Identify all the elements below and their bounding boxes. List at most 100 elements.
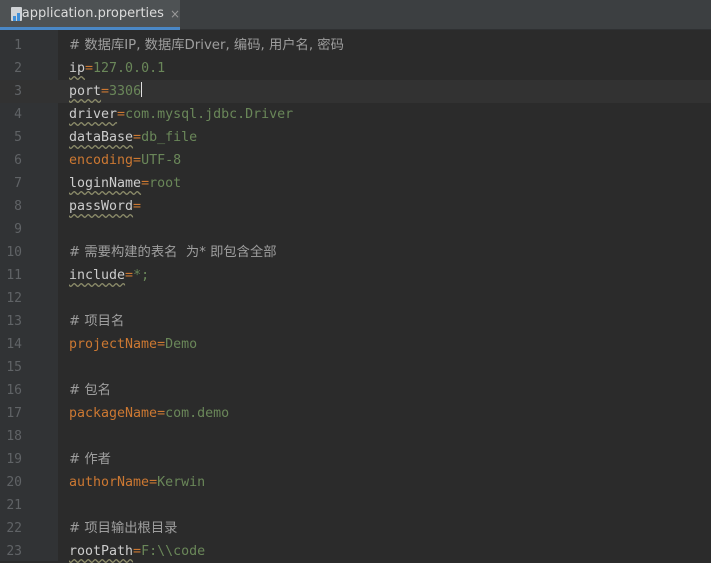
property-key: authorName <box>69 475 150 490</box>
code-line[interactable]: 17 packageName=com.demo <box>0 402 711 425</box>
line-number: 17 <box>6 406 22 421</box>
code-line[interactable]: 3 port=3306 <box>0 80 711 103</box>
tab-application-properties[interactable]: application.properties × <box>0 0 180 30</box>
code-line[interactable]: 13 # 项目名 <box>0 310 711 333</box>
property-key: rootPath <box>69 544 134 559</box>
code-line[interactable]: 20 authorName=Kerwin <box>0 471 711 494</box>
property-key: dataBase <box>69 130 134 145</box>
code-line[interactable]: 7 loginName=root <box>0 172 711 195</box>
line-number: 15 <box>6 360 22 375</box>
code-line[interactable]: 15 <box>0 356 711 379</box>
equals-sign: = <box>133 153 142 168</box>
property-value: com.demo <box>165 406 230 421</box>
comment-text: # 需要构建的表名 为* 即包含全部 <box>69 245 277 260</box>
code-line[interactable]: 10 # 需要构建的表名 为* 即包含全部 <box>0 241 711 264</box>
equals-sign: = <box>157 406 166 421</box>
code-line[interactable]: 19 # 作者 <box>0 448 711 471</box>
property-value: 3306 <box>109 84 142 99</box>
line-number: 10 <box>6 245 22 260</box>
close-tab-icon[interactable]: × <box>170 7 180 21</box>
property-key: port <box>69 84 102 99</box>
line-code: packageName=com.demo <box>69 402 229 425</box>
line-number: 16 <box>6 383 22 398</box>
equals-sign: = <box>133 199 142 214</box>
line-code: # 项目输出根目录 <box>69 517 177 540</box>
line-number: 2 <box>14 61 22 76</box>
line-number: 20 <box>6 475 22 490</box>
code-line[interactable]: 22 # 项目输出根目录 <box>0 517 711 540</box>
property-value: 127.0.0.1 <box>93 61 166 76</box>
line-code: passWord= <box>69 195 141 218</box>
line-number: 11 <box>6 268 22 283</box>
property-value: Kerwin <box>157 475 206 490</box>
line-code: ip=127.0.0.1 <box>69 57 165 80</box>
line-number: 23 <box>6 544 22 559</box>
property-key: passWord <box>69 199 134 214</box>
code-line[interactable]: 21 <box>0 494 711 517</box>
text-caret <box>141 82 143 97</box>
code-line[interactable]: 23 rootPath=F:\\code <box>0 540 711 563</box>
property-key: projectName <box>69 337 158 352</box>
comment-text: # 作者 <box>69 452 111 467</box>
code-line[interactable]: 6 encoding=UTF-8 <box>0 149 711 172</box>
line-code: port=3306 <box>69 80 143 103</box>
line-code: projectName=Demo <box>69 333 197 356</box>
property-value: Demo <box>165 337 198 352</box>
line-code: # 项目名 <box>69 310 124 333</box>
line-number: 13 <box>6 314 22 329</box>
line-number: 9 <box>14 222 22 237</box>
line-code: # 需要构建的表名 为* 即包含全部 <box>69 241 277 264</box>
line-number: 8 <box>14 199 22 214</box>
tab-label: application.properties <box>21 6 164 21</box>
line-number: 5 <box>14 130 22 145</box>
properties-file-icon <box>9 6 22 22</box>
line-number: 12 <box>6 291 22 306</box>
equals-sign: = <box>117 107 126 122</box>
line-code: # 包名 <box>69 379 111 402</box>
property-key: loginName <box>69 176 142 191</box>
comment-text: # 数据库IP, 数据库Driver, 编码, 用户名, 密码 <box>69 38 344 53</box>
property-value: root <box>149 176 182 191</box>
line-number: 18 <box>6 429 22 444</box>
code-line[interactable]: 9 <box>0 218 711 241</box>
equals-sign: = <box>133 544 142 559</box>
code-line[interactable]: 11 include=*; <box>0 264 711 287</box>
code-line[interactable]: 2 ip=127.0.0.1 <box>0 57 711 80</box>
line-number: 7 <box>14 176 22 191</box>
line-number: 21 <box>6 498 22 513</box>
code-line[interactable]: 18 <box>0 425 711 448</box>
code-line[interactable]: 8 passWord= <box>0 195 711 218</box>
code-line[interactable]: 12 <box>0 287 711 310</box>
equals-sign: = <box>149 475 158 490</box>
equals-sign: = <box>125 268 134 283</box>
code-editor[interactable]: 1 # 数据库IP, 数据库Driver, 编码, 用户名, 密码 2 ip=127.… <box>0 30 711 561</box>
equals-sign: = <box>85 61 94 76</box>
property-key: driver <box>69 107 118 122</box>
property-value: F:\\code <box>141 544 206 559</box>
property-value: UTF-8 <box>141 153 182 168</box>
line-code: loginName=root <box>69 172 181 195</box>
property-value: *; <box>133 268 150 283</box>
line-code: authorName=Kerwin <box>69 471 205 494</box>
line-code: rootPath=F:\\code <box>69 540 205 563</box>
equals-sign: = <box>133 130 142 145</box>
property-value: com.mysql.jdbc.Driver <box>125 107 294 122</box>
line-code: include=*; <box>69 264 149 287</box>
code-line[interactable]: 4 driver=com.mysql.jdbc.Driver <box>0 103 711 126</box>
code-line[interactable]: 1 # 数据库IP, 数据库Driver, 编码, 用户名, 密码 <box>0 34 711 57</box>
line-number: 4 <box>14 107 22 122</box>
code-line[interactable]: 5 dataBase=db_file <box>0 126 711 149</box>
property-value: db_file <box>141 130 198 145</box>
code-line[interactable]: 14 projectName=Demo <box>0 333 711 356</box>
property-key: ip <box>69 61 86 76</box>
comment-text: # 项目名 <box>69 314 125 329</box>
code-line[interactable]: 16 # 包名 <box>0 379 711 402</box>
editor-tab-bar: application.properties × <box>0 0 711 30</box>
line-code: driver=com.mysql.jdbc.Driver <box>69 103 293 126</box>
property-key: include <box>69 268 126 283</box>
line-number: 3 <box>14 84 22 99</box>
line-code: # 数据库IP, 数据库Driver, 编码, 用户名, 密码 <box>69 34 344 57</box>
equals-sign: = <box>157 337 166 352</box>
comment-text: # 包名 <box>69 383 111 398</box>
line-number: 14 <box>6 337 22 352</box>
